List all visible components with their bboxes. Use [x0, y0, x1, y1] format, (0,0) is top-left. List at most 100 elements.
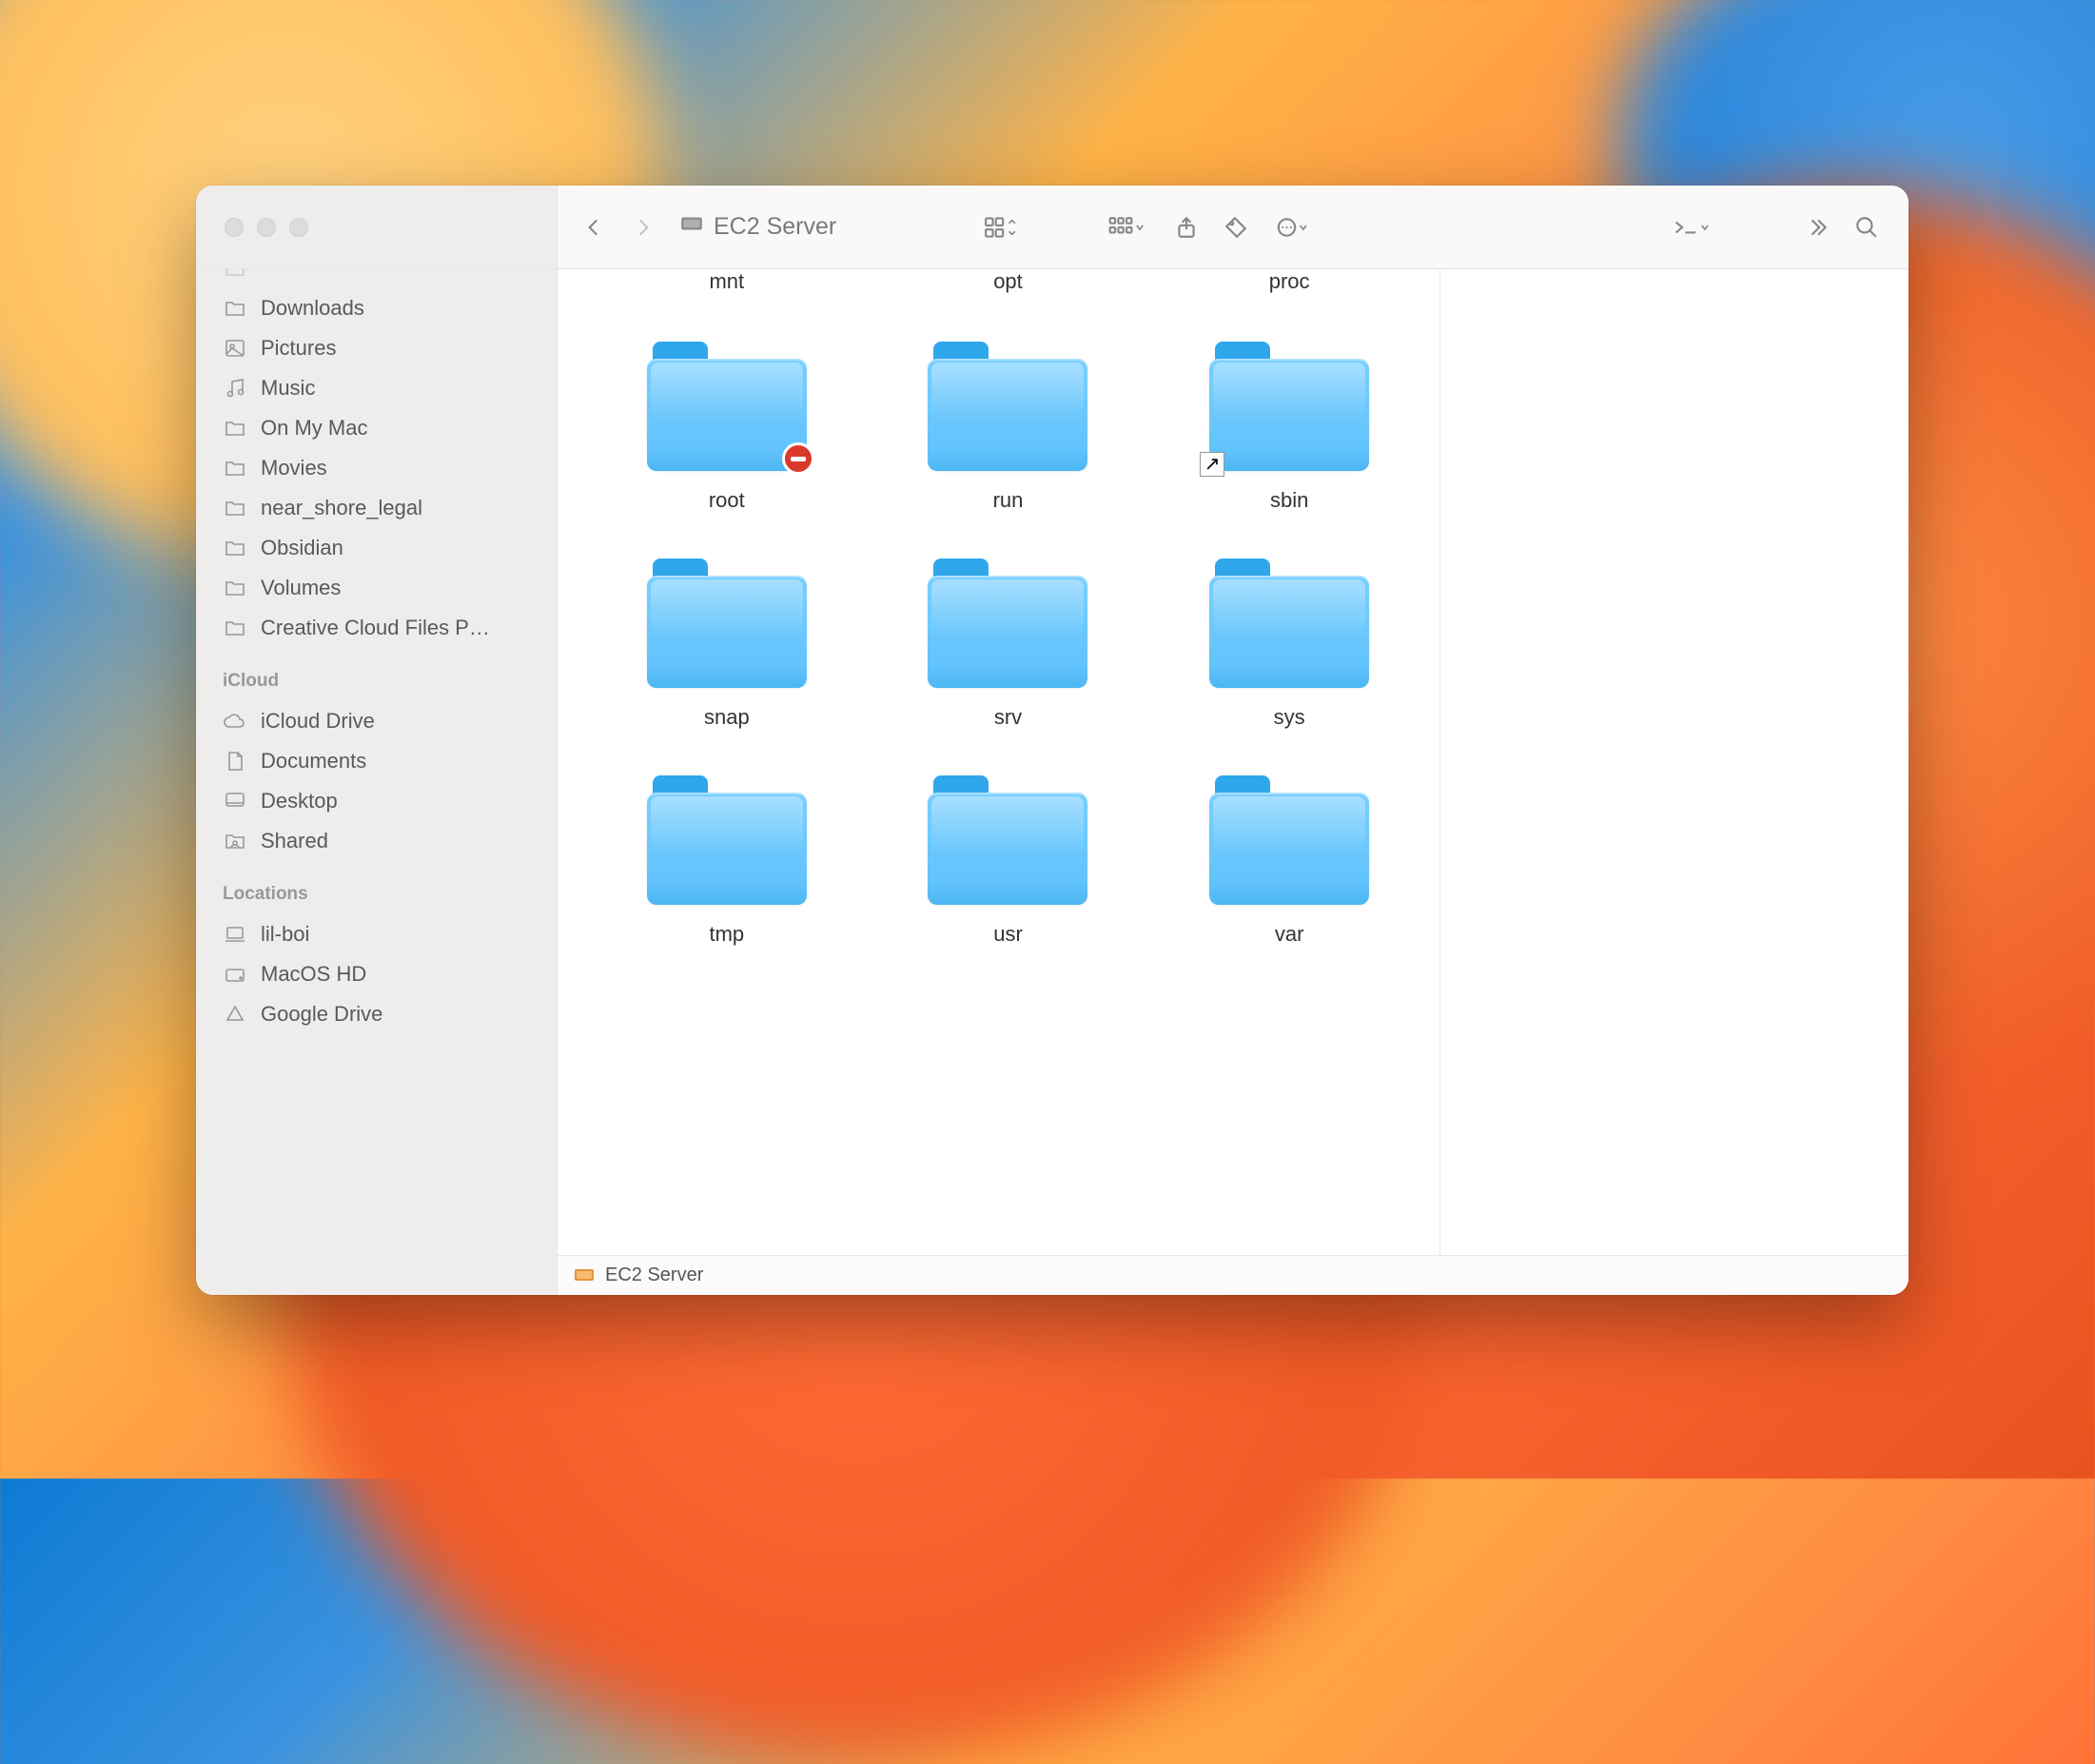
- folder-item-root[interactable]: root: [596, 336, 858, 513]
- folder-label: sbin: [1270, 488, 1308, 513]
- sidebar-item-label: Desktop: [261, 789, 338, 813]
- sidebar-item-on-my-mac[interactable]: On My Mac: [196, 408, 557, 448]
- titlebar: EC2 Server: [196, 186, 1909, 269]
- folder-item-usr[interactable]: usr: [877, 770, 1140, 947]
- folder-icon: [223, 456, 247, 480]
- folder-label: run: [993, 488, 1024, 513]
- close-window-button[interactable]: [225, 218, 244, 237]
- sidebar-item-obsidian[interactable]: Obsidian: [196, 528, 557, 568]
- share-button[interactable]: [1167, 208, 1205, 246]
- sidebar-item-near-shore-legal[interactable]: near_shore_legal: [196, 488, 557, 528]
- folder-label: mnt: [709, 269, 744, 296]
- action-menu-button[interactable]: [1266, 208, 1320, 246]
- sidebar-item-label: Volumes: [261, 576, 341, 600]
- preview-pane: [1440, 269, 1909, 1255]
- doc-icon: [223, 749, 247, 774]
- window-title-text: EC2 Server: [714, 213, 836, 241]
- folder-label: root: [709, 488, 745, 513]
- folder-item-var[interactable]: var: [1158, 770, 1420, 947]
- folder-label: sys: [1274, 705, 1305, 730]
- folder-label: var: [1275, 922, 1304, 947]
- folder-icon: [641, 553, 813, 696]
- folder-icon: [922, 336, 1093, 479]
- shared-icon: [223, 829, 247, 853]
- server-disk-icon: [679, 213, 704, 241]
- sidebar-item-shared[interactable]: Shared: [196, 821, 557, 861]
- disk-icon: [223, 962, 247, 987]
- sidebar-item-label: On My Mac: [261, 416, 367, 441]
- icon-grid: mnt opt proc root run ↗ sbin snap srv sys tmp usr va…: [596, 269, 1420, 947]
- laptop-icon: [223, 922, 247, 947]
- minimize-window-button[interactable]: [257, 218, 276, 237]
- folder-item-run[interactable]: run: [877, 336, 1140, 513]
- sidebar-item-desktop[interactable]: Desktop: [196, 781, 557, 821]
- overflow-button[interactable]: [1798, 208, 1836, 246]
- sidebar-item-creative-cloud-files-p-[interactable]: Creative Cloud Files P…: [196, 608, 557, 648]
- folder-icon: [223, 269, 247, 281]
- sidebar-item-icloud-drive[interactable]: iCloud Drive: [196, 701, 557, 741]
- folder-item-proc[interactable]: proc: [1158, 269, 1420, 296]
- tags-button[interactable]: [1217, 208, 1255, 246]
- folder-icon: [641, 336, 813, 479]
- main-area: mnt opt proc root run ↗ sbin snap srv sys tmp usr va…: [558, 269, 1909, 1295]
- sidebar-item-volumes[interactable]: Volumes: [196, 568, 557, 608]
- sidebar-item-label: Pictures: [261, 336, 336, 361]
- folder-item-sbin[interactable]: ↗ sbin: [1158, 336, 1420, 513]
- folder-icon: [223, 416, 247, 441]
- folder-icon: [223, 296, 247, 321]
- sidebar: Downloads Pictures Music On My Mac Movies nea…: [196, 269, 558, 1295]
- cloud-icon: [223, 709, 247, 734]
- sidebar-section-locations: Locations: [196, 861, 557, 914]
- window-title: EC2 Server: [679, 213, 836, 241]
- window-body: Downloads Pictures Music On My Mac Movies nea…: [196, 269, 1909, 1295]
- folder-label: opt: [993, 269, 1023, 296]
- forward-button[interactable]: [624, 208, 662, 246]
- folder-icon: [223, 576, 247, 600]
- folder-label: snap: [704, 705, 750, 730]
- icon-grid-scroll[interactable]: mnt opt proc root run ↗ sbin snap srv sys tmp usr va…: [558, 269, 1440, 1255]
- folder-icon: [922, 553, 1093, 696]
- content-area: mnt opt proc root run ↗ sbin snap srv sys tmp usr va…: [558, 269, 1909, 1255]
- view-mode-button[interactable]: [973, 208, 1027, 246]
- sidebar-item-lil-boi[interactable]: lil-boi: [196, 914, 557, 954]
- path-bar[interactable]: EC2 Server: [558, 1255, 1909, 1295]
- sidebar-item-google-drive[interactable]: Google Drive: [196, 994, 557, 1034]
- sidebar-item-label: iCloud Drive: [261, 709, 375, 734]
- folder-icon: [223, 536, 247, 560]
- sidebar-item-pictures[interactable]: Pictures: [196, 328, 557, 368]
- sidebar-item[interactable]: [196, 269, 557, 288]
- sidebar-item-label: Obsidian: [261, 536, 343, 560]
- folder-item-opt[interactable]: opt: [877, 269, 1140, 296]
- search-button[interactable]: [1848, 208, 1886, 246]
- folder-label: proc: [1269, 269, 1310, 296]
- folder-item-snap[interactable]: snap: [596, 553, 858, 730]
- gdrive-icon: [223, 1002, 247, 1027]
- sidebar-item-label: Movies: [261, 456, 327, 480]
- sidebar-item-label: Documents: [261, 749, 366, 774]
- sidebar-item-music[interactable]: Music: [196, 368, 557, 408]
- sidebar-item-movies[interactable]: Movies: [196, 448, 557, 488]
- path-bar-label: EC2 Server: [605, 1264, 703, 1286]
- group-by-button[interactable]: [1097, 208, 1156, 246]
- zoom-window-button[interactable]: [289, 218, 308, 237]
- sidebar-section-icloud: iCloud: [196, 648, 557, 701]
- folder-icon: [223, 496, 247, 520]
- server-disk-icon: [573, 1265, 596, 1286]
- folder-label: usr: [993, 922, 1023, 947]
- sidebar-item-downloads[interactable]: Downloads: [196, 288, 557, 328]
- folder-icon: [641, 770, 813, 912]
- folder-item-srv[interactable]: srv: [877, 553, 1140, 730]
- terminal-icon[interactable]: [1659, 208, 1728, 246]
- folder-item-mnt[interactable]: mnt: [596, 269, 858, 296]
- music-icon: [223, 376, 247, 401]
- folder-icon: [1204, 553, 1375, 696]
- sidebar-item-label: Google Drive: [261, 1002, 382, 1027]
- folder-item-tmp[interactable]: tmp: [596, 770, 858, 947]
- sidebar-item-documents[interactable]: Documents: [196, 741, 557, 781]
- folder-icon: [922, 770, 1093, 912]
- back-button[interactable]: [575, 208, 613, 246]
- sidebar-item-macos-hd[interactable]: MacOS HD: [196, 954, 557, 994]
- no-access-badge-icon: [782, 442, 814, 475]
- folder-item-sys[interactable]: sys: [1158, 553, 1420, 730]
- alias-badge-icon: ↗: [1200, 452, 1224, 477]
